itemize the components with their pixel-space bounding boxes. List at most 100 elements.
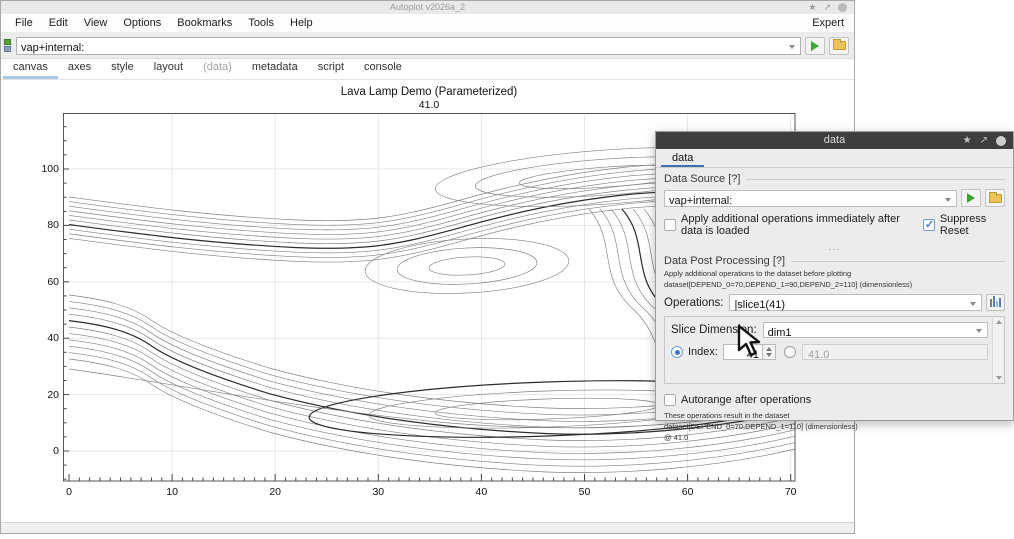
plot-title: Lava Lamp Demo (Parameterized) (63, 86, 795, 98)
suppress-reset-checkbox[interactable] (923, 219, 935, 231)
tab-axes[interactable]: axes (58, 58, 101, 79)
data-dialog: data ★ ↗ data Data Source [?] (655, 131, 1014, 421)
scroll-up-icon (996, 320, 1002, 324)
address-field-wrap (16, 37, 801, 55)
menu-bar: FileEditViewOptionsBookmarksToolsHelp Ex… (1, 14, 854, 33)
dialog-uri-input[interactable] (665, 194, 940, 208)
inspect-uri-button[interactable] (829, 37, 849, 55)
dialog-go-button[interactable] (961, 189, 981, 207)
index-radio[interactable] (671, 346, 683, 358)
slice-options-panel: Slice Dimension: Index: (664, 316, 1005, 384)
dialog-uri-dropdown-icon[interactable] (945, 198, 951, 202)
spinner-up-icon (766, 347, 772, 351)
expert-mode-toggle[interactable]: Expert (812, 17, 848, 29)
index-value-input (803, 348, 987, 362)
y-tick-label: 100 (21, 163, 59, 175)
tab-script[interactable]: script (308, 58, 354, 79)
go-button[interactable] (805, 37, 825, 55)
menu-item-tools[interactable]: Tools (240, 17, 282, 29)
dialog-busy-indicator-icon (996, 136, 1006, 146)
spinner-down-icon (766, 353, 772, 357)
tab-data[interactable]: (data) (193, 58, 242, 79)
pin-icon[interactable]: ★ (808, 2, 816, 13)
apply-operations-checkbox[interactable] (664, 219, 676, 231)
undock-icon[interactable]: ↗ (823, 2, 831, 13)
menu-items: FileEditViewOptionsBookmarksToolsHelp (7, 17, 321, 29)
plot-subtitle: 41.0 (63, 99, 795, 111)
menu-item-view[interactable]: View (76, 17, 116, 29)
busy-indicator-icon (838, 3, 847, 12)
dialog-dock-icon[interactable]: ↗ (980, 135, 988, 146)
status-bar (1, 522, 854, 533)
dialog-titlebar[interactable]: data ★ ↗ (656, 132, 1013, 149)
x-tick-label: 10 (157, 486, 187, 498)
y-tick-label: 20 (21, 389, 59, 401)
operations-builder-button[interactable] (986, 294, 1005, 311)
address-bar (1, 33, 854, 59)
suppress-reset-label: Suppress Reset (940, 213, 1005, 237)
post-processing-hint: Apply additional operations to the datas… (664, 269, 1005, 278)
result-context: @ 41.0 (664, 433, 1005, 442)
menu-item-edit[interactable]: Edit (41, 17, 76, 29)
data-source-label: Data Source [?] (664, 173, 740, 185)
menu-item-bookmarks[interactable]: Bookmarks (169, 17, 240, 29)
dialog-title: data (656, 132, 1013, 149)
post-processing-group-header: Data Post Processing [?] (664, 255, 1005, 267)
apply-operations-label: Apply additional operations immediately … (681, 213, 923, 237)
collapse-handle[interactable]: ··· (656, 247, 1013, 253)
tab-layout[interactable]: layout (144, 58, 193, 79)
dialog-inspect-uri-button[interactable] (985, 189, 1005, 207)
screen: Autoplot v2026a_2 ★ ↗ FileEditViewOption… (0, 0, 1014, 539)
dialog-tab-data[interactable]: data (661, 150, 704, 167)
x-tick-label: 50 (570, 486, 600, 498)
x-tick-label: 30 (363, 486, 393, 498)
play-icon (811, 41, 819, 51)
operations-label: Operations: (664, 297, 723, 309)
window-title: Autoplot v2026a_2 (1, 1, 854, 14)
slice-dimension-select[interactable] (763, 322, 988, 338)
index-value-field-wrap (802, 344, 988, 360)
y-tick-label: 40 (21, 332, 59, 344)
autorange-label: Autorange after operations (681, 394, 811, 406)
index-label: Index: (688, 346, 718, 358)
uri-editor-toggle-icon[interactable] (4, 39, 13, 52)
menu-item-options[interactable]: Options (115, 17, 169, 29)
operations-dropdown-icon[interactable] (970, 302, 976, 306)
operations-field-wrap (729, 294, 982, 311)
main-tab-row: canvasaxesstylelayout(data)metadatascrip… (1, 59, 854, 80)
x-tick-label: 20 (260, 486, 290, 498)
dialog-play-icon (967, 193, 975, 203)
tab-console[interactable]: console (354, 58, 412, 79)
y-tick-label: 80 (21, 219, 59, 231)
window-titlebar: Autoplot v2026a_2 ★ ↗ (1, 1, 854, 14)
x-tick-label: 70 (776, 486, 806, 498)
y-tick-label: 60 (21, 276, 59, 288)
menu-item-file[interactable]: File (7, 17, 41, 29)
dialog-uri-field-wrap (664, 190, 957, 207)
operations-input[interactable] (730, 298, 965, 312)
post-processing-label: Data Post Processing [?] (664, 255, 785, 267)
tab-metadata[interactable]: metadata (242, 58, 308, 79)
dialog-pin-icon[interactable]: ★ (963, 135, 972, 146)
result-hint: These operations result in the dataset (664, 411, 1005, 420)
tab-canvas[interactable]: canvas (3, 58, 58, 79)
tab-style[interactable]: style (101, 58, 144, 79)
dialog-folder-edit-icon (989, 194, 1002, 203)
slice-panel-scrollbar[interactable] (992, 318, 1003, 382)
scroll-down-icon (996, 376, 1002, 380)
value-radio[interactable] (784, 346, 796, 358)
address-input[interactable] (17, 40, 782, 56)
slice-dimension-value (764, 326, 971, 340)
x-tick-label: 0 (54, 486, 84, 498)
folder-edit-icon (833, 41, 846, 50)
result-dataset-description: dataset[DEPEND_0=70,DEPEND_1=110] (dimen… (664, 422, 1005, 431)
x-tick-label: 40 (466, 486, 496, 498)
input-dataset-description: dataset[DEPEND_0=70,DEPEND_1=90,DEPEND_2… (664, 280, 1005, 289)
mouse-cursor (736, 324, 766, 358)
x-tick-label: 60 (673, 486, 703, 498)
menu-item-help[interactable]: Help (282, 17, 321, 29)
dialog-tab-row: data (656, 149, 1013, 168)
autorange-checkbox[interactable] (664, 394, 676, 406)
data-source-group-header: Data Source [?] (664, 173, 1005, 185)
address-dropdown-icon[interactable] (789, 45, 795, 49)
